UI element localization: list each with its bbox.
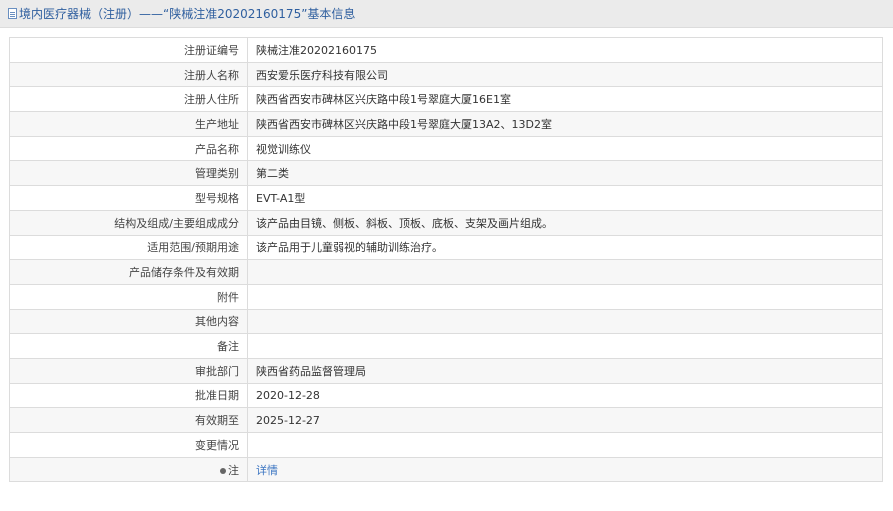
field-label: 管理类别 [9,160,248,187]
pin-icon [220,467,226,474]
table-row: 批准日期 2020-12-28 [9,382,883,409]
field-value: 陕西省西安市碑林区兴庆路中段1号翠庭大厦13A2、13D2室 [247,111,883,137]
note-label-cell: 注 [9,456,248,483]
table-row: 管理类别 第二类 [9,160,883,187]
field-label: 其他内容 [9,308,248,335]
field-label: 结构及组成/主要组成成分 [9,209,248,236]
table-row: 产品名称 视觉训练仪 [9,135,883,162]
field-label: 批准日期 [9,382,248,409]
field-value [247,259,883,285]
page-title: 境内医疗器械（注册）——“陕械注准20202160175”基本信息 [19,7,356,21]
field-value [247,333,883,359]
field-label: 附件 [9,283,248,310]
note-value-cell: 详情 [247,456,883,483]
document-icon [8,8,17,19]
field-value [247,432,883,458]
table-row: 注册人住所 陕西省西安市碑林区兴庆路中段1号翠庭大厦16E1室 [9,86,883,113]
field-value: 陕械注准20202160175 [247,37,883,63]
field-value: 陕西省药品监督管理局 [247,357,883,384]
field-value: 2020-12-28 [247,382,883,409]
table-row: 适用范围/预期用途 该产品用于儿童弱视的辅助训练治疗。 [9,234,883,261]
table-row: 注册证编号 陕械注准20202160175 [9,37,883,63]
field-value: 该产品用于儿童弱视的辅助训练治疗。 [247,234,883,261]
detail-link[interactable]: 详情 [256,464,278,477]
table-row: 备注 [9,333,883,359]
field-label: 生产地址 [9,111,248,137]
field-label: 适用范围/预期用途 [9,234,248,261]
field-label: 注册人名称 [9,61,248,88]
info-table-body: 注册证编号 陕械注准20202160175 注册人名称 西安爱乐医疗科技有限公司 注册人… [9,37,883,483]
field-label: 产品名称 [9,135,248,162]
field-value: 该产品由目镜、侧板、斜板、顶板、底板、支架及画片组成。 [247,209,883,236]
field-value: 视觉训练仪 [247,135,883,162]
field-value: 第二类 [247,160,883,187]
field-label: 产品储存条件及有效期 [9,259,248,285]
field-label: 备注 [9,333,248,359]
table-row: 产品储存条件及有效期 [9,259,883,285]
field-label: 审批部门 [9,357,248,384]
table-row: 有效期至 2025-12-27 [9,407,883,433]
info-table-container: 注册证编号 陕械注准20202160175 注册人名称 西安爱乐医疗科技有限公司 注册人… [9,37,883,483]
note-row: 注 详情 [9,456,883,483]
field-value: 2025-12-27 [247,407,883,433]
info-table: 注册证编号 陕械注准20202160175 注册人名称 西安爱乐医疗科技有限公司 注册人… [9,37,883,483]
field-label: 变更情况 [9,432,248,458]
note-label: 注 [228,463,239,477]
field-value: EVT-A1型 [247,185,883,211]
table-row: 审批部门 陕西省药品监督管理局 [9,357,883,384]
field-value: 西安爱乐医疗科技有限公司 [247,61,883,88]
field-label: 有效期至 [9,407,248,433]
table-row: 型号规格 EVT-A1型 [9,185,883,211]
field-label: 注册人住所 [9,86,248,113]
field-label: 型号规格 [9,185,248,211]
page-header: 境内医疗器械（注册）——“陕械注准20202160175”基本信息 [0,0,893,28]
field-value [247,308,883,335]
table-row: 生产地址 陕西省西安市碑林区兴庆路中段1号翠庭大厦13A2、13D2室 [9,111,883,137]
table-row: 结构及组成/主要组成成分 该产品由目镜、侧板、斜板、顶板、底板、支架及画片组成。 [9,209,883,236]
table-row: 其他内容 [9,308,883,335]
table-row: 注册人名称 西安爱乐医疗科技有限公司 [9,61,883,88]
field-label: 注册证编号 [9,37,248,63]
field-value: 陕西省西安市碑林区兴庆路中段1号翠庭大厦16E1室 [247,86,883,113]
table-row: 变更情况 [9,432,883,458]
field-value [247,283,883,310]
table-row: 附件 [9,283,883,310]
